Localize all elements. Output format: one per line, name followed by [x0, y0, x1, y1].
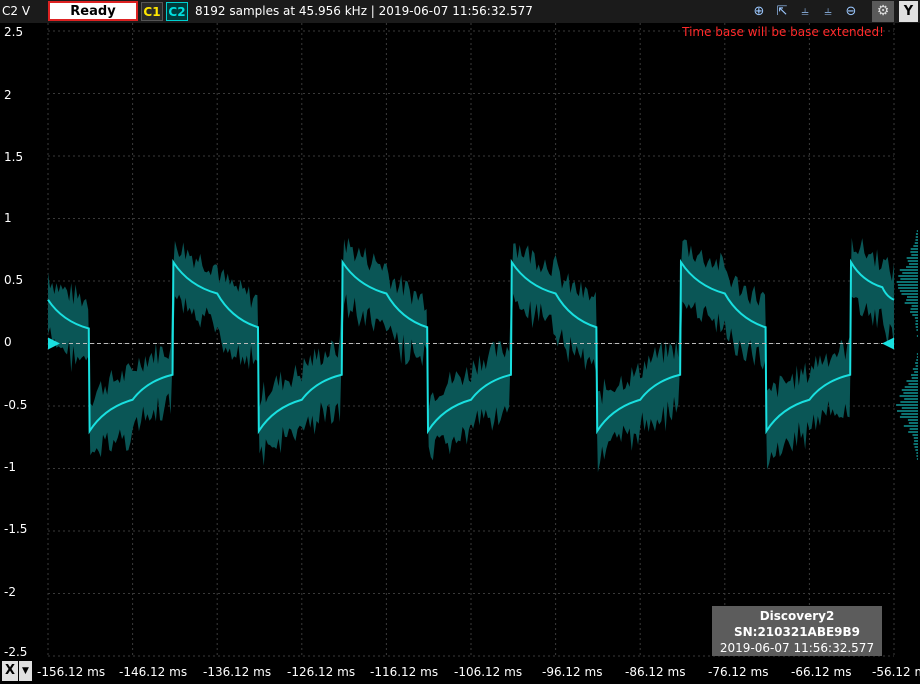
device-serial: SN:210321ABE9B9 — [733, 625, 861, 639]
x-tick-label: -56.12 ms — [872, 665, 920, 679]
device-name: Discovery2 — [759, 609, 835, 623]
x-tick-label: -86.12 ms — [625, 665, 686, 679]
x-tick-label: -66.12 ms — [791, 665, 852, 679]
device-info-box: Discovery2 SN:210321ABE9B9 2019-06-07 11… — [712, 606, 882, 656]
amplitude-histogram — [896, 230, 918, 460]
plot-grid — [47, 23, 895, 657]
time-base-warning: Time base will be base extended! — [682, 25, 884, 39]
x-tick-label: -96.12 ms — [542, 665, 603, 679]
y-tick-label: 2.5 — [4, 25, 24, 39]
x-tick-label: -156.12 ms — [37, 665, 106, 679]
x-tick-label: -106.12 ms — [454, 665, 523, 679]
y-tick-label: 0 — [4, 335, 12, 349]
x-tick-label: -126.12 ms — [287, 665, 356, 679]
oscilloscope-plot[interactable] — [0, 0, 920, 684]
x-tick-label: -116.12 ms — [370, 665, 439, 679]
y-tick-label: -1 — [4, 460, 16, 474]
device-timestamp: 2019-06-07 11:56:32.577 — [719, 641, 875, 655]
y-tick-label: 1 — [4, 211, 12, 225]
x-tick-label: -136.12 ms — [203, 665, 272, 679]
y-tick-label: 1.5 — [4, 150, 24, 164]
y-tick-label: -2 — [4, 585, 16, 599]
chevron-down-icon[interactable]: ▼ — [19, 661, 32, 681]
y-tick-label: -1.5 — [4, 522, 28, 536]
y-tick-label: 0.5 — [4, 273, 24, 287]
x-tick-label: -146.12 ms — [119, 665, 188, 679]
x-axis-button[interactable]: X — [2, 661, 18, 681]
x-tick-label: -76.12 ms — [708, 665, 769, 679]
y-tick-label: -0.5 — [4, 398, 28, 412]
y-tick-label: -2.5 — [4, 645, 28, 659]
y-tick-label: 2 — [4, 88, 12, 102]
